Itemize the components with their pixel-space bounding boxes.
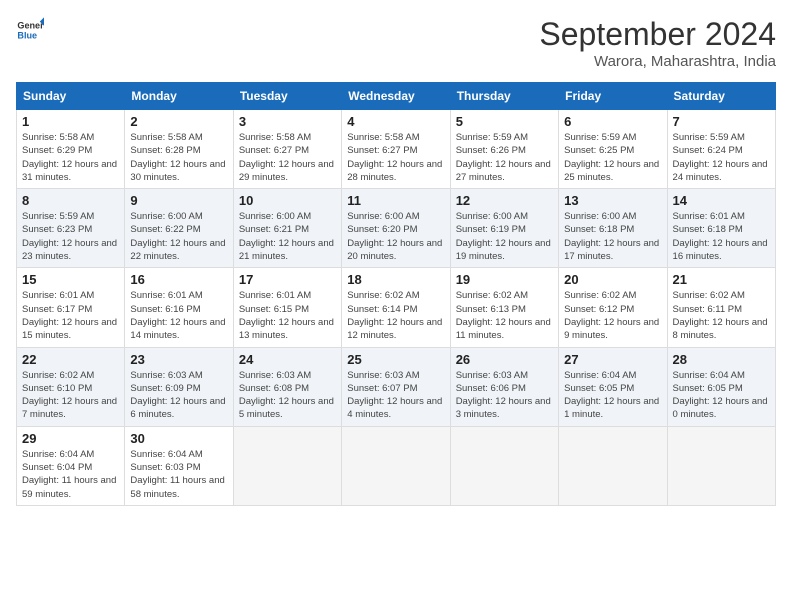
- table-row: 13 Sunrise: 6:00 AMSunset: 6:18 PMDaylig…: [559, 189, 667, 268]
- table-row: 25 Sunrise: 6:03 AMSunset: 6:07 PMDaylig…: [342, 347, 450, 426]
- table-row: 11 Sunrise: 6:00 AMSunset: 6:20 PMDaylig…: [342, 189, 450, 268]
- empty-cell: [559, 426, 667, 505]
- header-thursday: Thursday: [450, 83, 558, 110]
- table-row: 9 Sunrise: 6:00 AMSunset: 6:22 PMDayligh…: [125, 189, 233, 268]
- table-row: 24 Sunrise: 6:03 AMSunset: 6:08 PMDaylig…: [233, 347, 341, 426]
- empty-cell: [233, 426, 341, 505]
- svg-text:General: General: [17, 21, 44, 31]
- table-row: 18 Sunrise: 6:02 AMSunset: 6:14 PMDaylig…: [342, 268, 450, 347]
- empty-cell: [342, 426, 450, 505]
- table-row: 4 Sunrise: 5:58 AMSunset: 6:27 PMDayligh…: [342, 110, 450, 189]
- logo: General Blue: [16, 16, 44, 44]
- header-tuesday: Tuesday: [233, 83, 341, 110]
- header-saturday: Saturday: [667, 83, 775, 110]
- title-block: September 2024 Warora, Maharashtra, Indi…: [539, 16, 776, 70]
- table-row: 6 Sunrise: 5:59 AMSunset: 6:25 PMDayligh…: [559, 110, 667, 189]
- table-row: 5 Sunrise: 5:59 AMSunset: 6:26 PMDayligh…: [450, 110, 558, 189]
- calendar-table: Sunday Monday Tuesday Wednesday Thursday…: [16, 82, 776, 506]
- table-row: 23 Sunrise: 6:03 AMSunset: 6:09 PMDaylig…: [125, 347, 233, 426]
- table-row: 19 Sunrise: 6:02 AMSunset: 6:13 PMDaylig…: [450, 268, 558, 347]
- empty-cell: [450, 426, 558, 505]
- page-header: General Blue September 2024 Warora, Maha…: [16, 16, 776, 70]
- location-title: Warora, Maharashtra, India: [539, 53, 776, 70]
- table-row: 15 Sunrise: 6:01 AMSunset: 6:17 PMDaylig…: [17, 268, 125, 347]
- logo-icon: General Blue: [16, 16, 44, 44]
- header-wednesday: Wednesday: [342, 83, 450, 110]
- header-monday: Monday: [125, 83, 233, 110]
- table-row: 29 Sunrise: 6:04 AMSunset: 6:04 PMDaylig…: [17, 426, 125, 505]
- table-row: 14 Sunrise: 6:01 AMSunset: 6:18 PMDaylig…: [667, 189, 775, 268]
- table-row: 21 Sunrise: 6:02 AMSunset: 6:11 PMDaylig…: [667, 268, 775, 347]
- table-row: 12 Sunrise: 6:00 AMSunset: 6:19 PMDaylig…: [450, 189, 558, 268]
- empty-cell: [667, 426, 775, 505]
- table-row: 16 Sunrise: 6:01 AMSunset: 6:16 PMDaylig…: [125, 268, 233, 347]
- table-row: 17 Sunrise: 6:01 AMSunset: 6:15 PMDaylig…: [233, 268, 341, 347]
- table-row: 10 Sunrise: 6:00 AMSunset: 6:21 PMDaylig…: [233, 189, 341, 268]
- table-row: 30 Sunrise: 6:04 AMSunset: 6:03 PMDaylig…: [125, 426, 233, 505]
- table-row: 2 Sunrise: 5:58 AMSunset: 6:28 PMDayligh…: [125, 110, 233, 189]
- table-row: 26 Sunrise: 6:03 AMSunset: 6:06 PMDaylig…: [450, 347, 558, 426]
- table-row: 20 Sunrise: 6:02 AMSunset: 6:12 PMDaylig…: [559, 268, 667, 347]
- table-row: 7 Sunrise: 5:59 AMSunset: 6:24 PMDayligh…: [667, 110, 775, 189]
- header-sunday: Sunday: [17, 83, 125, 110]
- table-row: 27 Sunrise: 6:04 AMSunset: 6:05 PMDaylig…: [559, 347, 667, 426]
- table-row: 28 Sunrise: 6:04 AMSunset: 6:05 PMDaylig…: [667, 347, 775, 426]
- header-row: Sunday Monday Tuesday Wednesday Thursday…: [17, 83, 776, 110]
- table-row: 3 Sunrise: 5:58 AMSunset: 6:27 PMDayligh…: [233, 110, 341, 189]
- svg-text:Blue: Blue: [17, 30, 37, 40]
- table-row: 1 Sunrise: 5:58 AMSunset: 6:29 PMDayligh…: [17, 110, 125, 189]
- table-row: 8 Sunrise: 5:59 AMSunset: 6:23 PMDayligh…: [17, 189, 125, 268]
- month-title: September 2024: [539, 16, 776, 53]
- table-row: 22 Sunrise: 6:02 AMSunset: 6:10 PMDaylig…: [17, 347, 125, 426]
- header-friday: Friday: [559, 83, 667, 110]
